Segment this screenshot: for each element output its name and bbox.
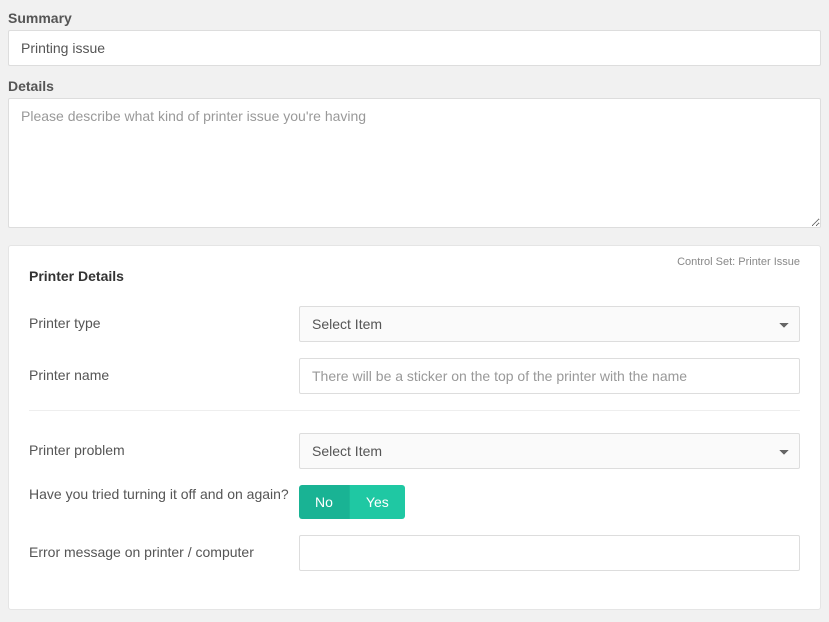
printer-name-input[interactable] xyxy=(299,358,800,394)
summary-label: Summary xyxy=(8,10,821,26)
form-container: Summary Details Control Set: Printer Iss… xyxy=(0,0,829,622)
printer-details-panel: Control Set: Printer Issue Printer Detai… xyxy=(8,245,821,610)
details-label: Details xyxy=(8,78,821,94)
control-set-badge: Control Set: Printer Issue xyxy=(677,256,800,268)
tried-off-on-label: Have you tried turning it off and on aga… xyxy=(29,485,299,505)
toggle-yes-button[interactable]: Yes xyxy=(349,485,405,519)
printer-type-label: Printer type xyxy=(29,314,299,334)
printer-problem-label: Printer problem xyxy=(29,441,299,461)
printer-name-label: Printer name xyxy=(29,366,299,386)
panel-title: Printer Details xyxy=(29,268,800,284)
error-message-label: Error message on printer / computer xyxy=(29,543,299,563)
details-textarea[interactable] xyxy=(8,98,821,228)
toggle-no-button[interactable]: No xyxy=(299,485,349,519)
printer-type-select[interactable]: Select Item xyxy=(299,306,800,342)
tried-off-on-toggle: No Yes xyxy=(299,485,405,519)
summary-input[interactable] xyxy=(8,30,821,66)
printer-problem-select[interactable]: Select Item xyxy=(299,433,800,469)
error-message-input[interactable] xyxy=(299,535,800,571)
divider xyxy=(29,410,800,411)
